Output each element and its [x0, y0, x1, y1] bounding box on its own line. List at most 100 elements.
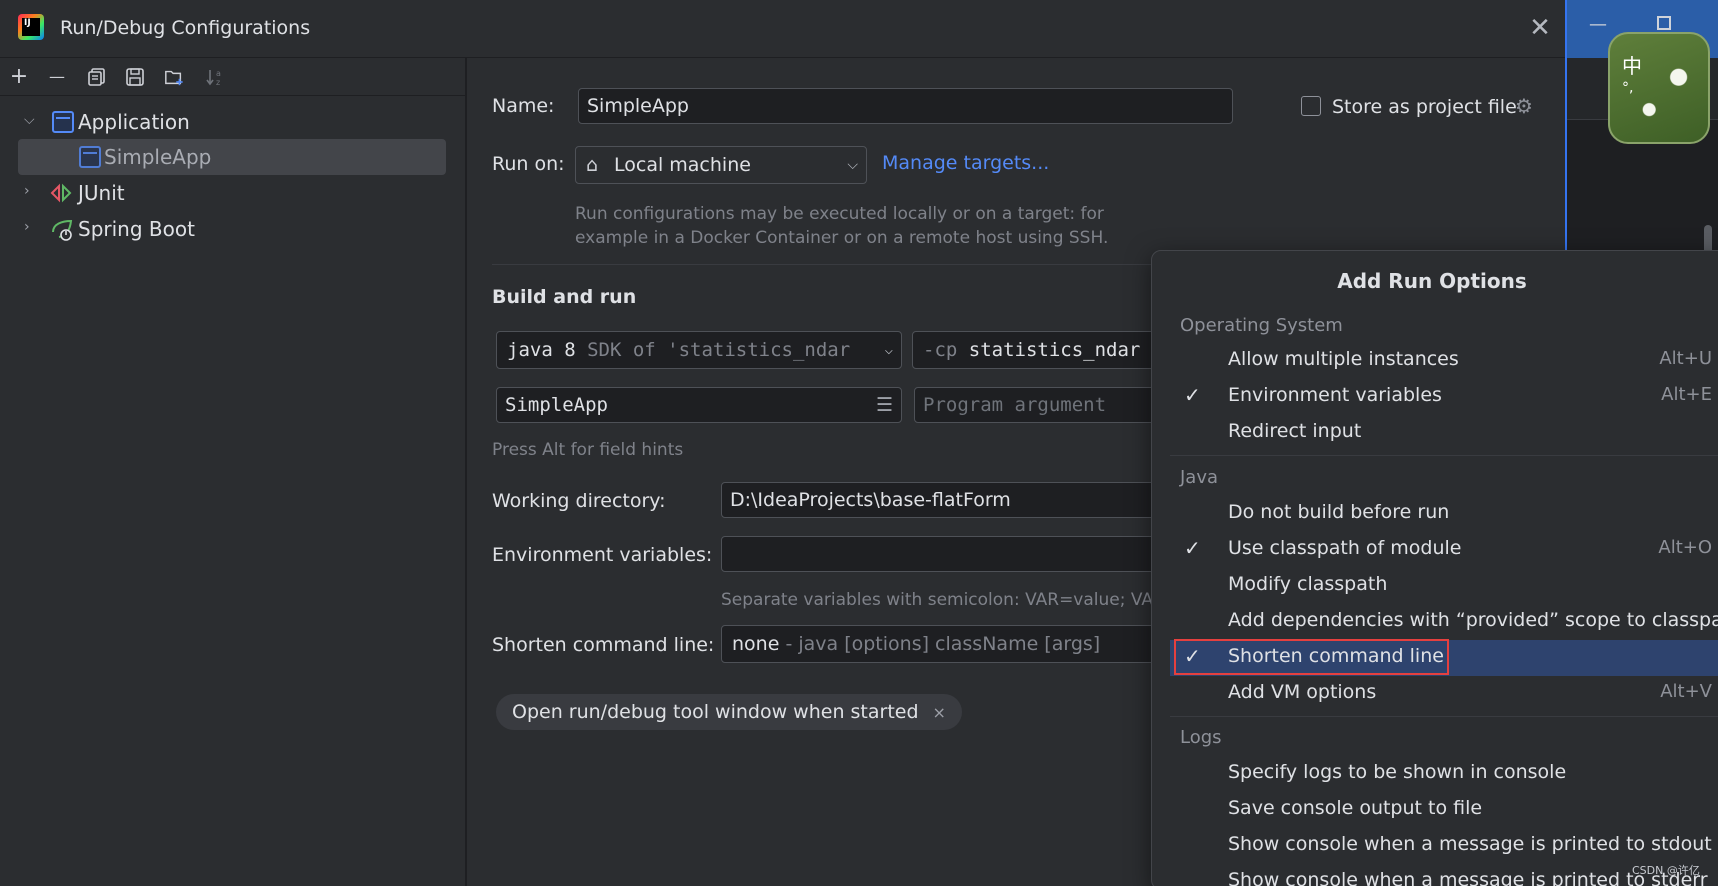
open-tool-window-chip[interactable]: Open run/debug tool window when started ×	[496, 694, 962, 730]
checkmark-icon: ✓	[1184, 644, 1201, 668]
chevron-down-icon[interactable]: ⌵	[24, 113, 38, 127]
option-label: Modify classpath	[1228, 573, 1388, 595]
environment-variables-hint: Separate variables with semicolon: VAR=v…	[721, 590, 1154, 610]
option-label: Specify logs to be shown in console	[1228, 761, 1567, 783]
home-icon: ⌂	[586, 154, 599, 176]
dialog-titlebar: IJ Run/Debug Configurations ✕	[0, 0, 1565, 58]
tree-toolbar: + — az	[0, 58, 466, 96]
working-directory-label: Working directory:	[492, 490, 666, 512]
option-specify-logs[interactable]: Specify logs to be shown in console	[1170, 756, 1718, 792]
run-on-dropdown[interactable]: ⌂ Local machine ⌵	[575, 146, 867, 184]
close-button[interactable]: ✕	[1524, 12, 1556, 44]
browse-icon[interactable]: ☰	[876, 388, 893, 422]
gear-icon[interactable]: ⚙	[1515, 94, 1533, 118]
tree-item-application[interactable]: ⌵ Application	[0, 104, 466, 140]
logo-text: IJ	[22, 18, 40, 36]
divider	[492, 264, 1152, 265]
chip-label: Open run/debug tool window when started	[512, 701, 919, 723]
watermark: CSDN @许亿	[1632, 864, 1700, 877]
dialog-title: Run/Debug Configurations	[60, 17, 311, 39]
classpath-dropdown[interactable]: -cp statistics_ndar	[912, 331, 1172, 369]
checkmark-icon: ✓	[1184, 536, 1201, 560]
option-add-provided-dependencies[interactable]: Add dependencies with “provided” scope t…	[1170, 604, 1718, 640]
option-label: Show console when a message is printed t…	[1228, 833, 1712, 855]
tree-item-label: SimpleApp	[104, 145, 212, 169]
save-icon[interactable]	[121, 63, 149, 91]
option-label: Redirect input	[1228, 420, 1362, 442]
option-add-vm-options[interactable]: Add VM options Alt+V	[1170, 676, 1718, 712]
option-redirect-input[interactable]: Redirect input	[1170, 415, 1718, 451]
shorten-value: none	[732, 633, 780, 655]
tree-item-label: Spring Boot	[78, 217, 195, 241]
option-environment-variables[interactable]: ✓ Environment variables Alt+E	[1170, 379, 1718, 415]
tree-item-junit[interactable]: › JUnit	[0, 175, 466, 211]
run-on-value: Local machine	[614, 154, 751, 176]
working-directory-input[interactable]: D:\IdeaProjects\base-flatForm	[721, 482, 1181, 518]
chevron-right-icon[interactable]: ›	[24, 184, 38, 198]
option-do-not-build[interactable]: Do not build before run	[1170, 496, 1718, 532]
checkmark-icon: ✓	[1184, 383, 1201, 407]
shorten-command-line-dropdown[interactable]: none - java [options] className [args]	[721, 625, 1181, 663]
main-class-input[interactable]: SimpleApp ☰	[496, 387, 902, 423]
add-icon[interactable]: +	[5, 63, 33, 91]
tree-item-simpleapp[interactable]: SimpleApp	[0, 139, 466, 175]
group-java: Java	[1180, 467, 1219, 488]
ime-char: 中	[1622, 54, 1642, 78]
popup-divider	[1170, 716, 1718, 717]
program-arguments-input[interactable]: Program argument	[914, 387, 1174, 423]
option-shortcut: Alt+O	[1658, 537, 1712, 558]
sdk-main: java 8	[507, 339, 576, 361]
chevron-right-icon[interactable]: ›	[24, 220, 38, 234]
option-label: Save console output to file	[1228, 797, 1483, 819]
run-on-hint-line2: example in a Docker Container or on a re…	[575, 228, 1109, 248]
option-label: Shorten command line	[1228, 645, 1444, 667]
option-shortcut: Alt+V	[1660, 681, 1712, 702]
option-use-classpath-of-module[interactable]: ✓ Use classpath of module Alt+O	[1170, 532, 1718, 568]
option-shorten-command-line[interactable]: ✓ Shorten command line	[1170, 639, 1718, 676]
option-save-console-output[interactable]: Save console output to file	[1170, 792, 1718, 828]
store-as-project-label[interactable]: Store as project file	[1332, 96, 1517, 118]
cp-prefix: -cp	[923, 339, 958, 361]
option-label: Add dependencies with “provided” scope t…	[1228, 609, 1718, 631]
option-shortcut: Alt+U	[1659, 348, 1712, 369]
option-shortcut: Alt+E	[1661, 384, 1712, 405]
sort-alpha-icon[interactable]: az	[201, 63, 229, 91]
popup-title: Add Run Options	[1337, 269, 1527, 293]
name-input[interactable]: SimpleApp	[578, 88, 1233, 124]
main-class-value: SimpleApp	[505, 394, 608, 416]
shorten-command-line-label: Shorten command line:	[492, 634, 715, 656]
shorten-detail: - java [options] className [args]	[785, 633, 1101, 655]
minimize-icon[interactable]: —	[1589, 14, 1607, 35]
intellij-logo-icon: IJ	[18, 14, 44, 40]
chip-close-icon[interactable]: ×	[933, 703, 946, 722]
application-config-icon	[79, 146, 101, 168]
jdk-dropdown[interactable]: java 8 SDK of 'statistics_ndar ⌵	[496, 331, 902, 369]
manage-targets-link[interactable]: Manage targets...	[882, 152, 1049, 174]
sdk-detail: SDK of 'statistics_ndar	[587, 339, 851, 361]
tree-item-label: JUnit	[78, 181, 125, 205]
chevron-down-icon: ⌵	[847, 157, 858, 173]
tree-item-spring-boot[interactable]: › Spring Boot	[0, 211, 466, 247]
field-hints-text: Press Alt for field hints	[492, 440, 684, 460]
option-label: Do not build before run	[1228, 501, 1450, 523]
run-on-label: Run on:	[492, 153, 565, 175]
option-modify-classpath[interactable]: Modify classpath	[1170, 568, 1718, 604]
ime-badge-icon[interactable]: 中 °,	[1608, 32, 1710, 144]
run-on-hint-line1: Run configurations may be executed local…	[575, 204, 1104, 224]
option-show-console-stdout[interactable]: Show console when a message is printed t…	[1170, 828, 1718, 864]
remove-icon[interactable]: —	[43, 63, 71, 91]
chevron-down-icon: ⌵	[880, 332, 893, 368]
copy-icon[interactable]	[83, 63, 111, 91]
junit-icon	[50, 182, 72, 204]
environment-variables-input[interactable]	[721, 536, 1181, 572]
application-icon	[52, 111, 74, 133]
folder-add-icon[interactable]	[160, 63, 188, 91]
option-label: Allow multiple instances	[1228, 348, 1459, 370]
popup-divider	[1170, 455, 1718, 456]
build-and-run-heading: Build and run	[492, 286, 637, 308]
store-as-project-checkbox[interactable]	[1301, 96, 1321, 116]
restore-icon[interactable]	[1657, 16, 1671, 30]
svg-text:z: z	[216, 78, 220, 87]
option-allow-multiple-instances[interactable]: Allow multiple instances Alt+U	[1170, 343, 1718, 379]
group-operating-system: Operating System	[1180, 315, 1343, 336]
